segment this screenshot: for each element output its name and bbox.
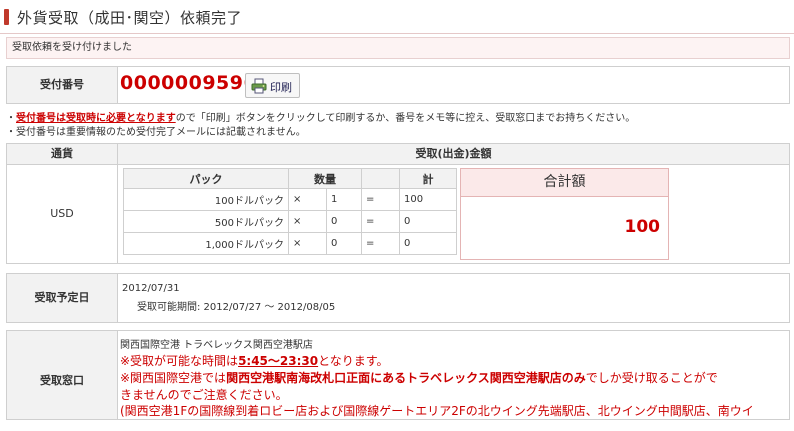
- eq-header: [361, 168, 400, 189]
- pack-name: 500ドルパック: [123, 210, 289, 233]
- printer-icon: [251, 78, 267, 94]
- window-note-pre: ※関西国際空港では: [120, 371, 227, 385]
- pack-total: 0: [399, 210, 457, 233]
- window-note-line3: きませんのでご注意ください。: [120, 388, 288, 402]
- note-bullet: ・: [6, 127, 16, 138]
- receipt-note-1: ・受付番号は受取時に必要となりますので「印刷」ボタンをクリックして印刷するか、番…: [6, 109, 635, 124]
- table-row: 500ドルパック × 0 = 0: [123, 210, 457, 233]
- receipt-number: 0000009596: [120, 72, 258, 94]
- pack-qty: 1: [326, 188, 362, 211]
- times-sign: ×: [288, 232, 327, 255]
- print-button[interactable]: 印刷: [245, 73, 300, 98]
- page-title: 外貨受取（成田･関空）依頼完了: [17, 9, 243, 27]
- schedule-date: 2012/07/31: [122, 283, 180, 294]
- window-hours-time: 5:45〜23:30: [238, 354, 319, 368]
- table-row: 1,000ドルパック × 0 = 0: [123, 232, 457, 255]
- pack-total: 100: [399, 188, 457, 211]
- window-note-line4: (関西空港1Fの国際線到着ロビー店および国際線ゲートエリア2Fの北ウイング先端駅…: [120, 404, 754, 418]
- currency-value: USD: [6, 164, 118, 264]
- title-divider: [0, 33, 794, 34]
- table-row: 100ドルパック × 1 = 100: [123, 188, 457, 211]
- window-note-post: でしか受け取ることがで: [585, 371, 718, 385]
- window-hours-post: となります。: [318, 354, 389, 368]
- pack-table: パック 数量 計 100ドルパック × 1 = 100 500ドルパック × 0…: [123, 168, 457, 255]
- pack-name: 1,000ドルパック: [123, 232, 289, 255]
- pack-header: パック: [123, 168, 289, 189]
- notice-banner: 受取依頼を受け付けました: [6, 37, 790, 59]
- total-label: 合計額: [461, 169, 668, 197]
- qty-header: 数量: [288, 168, 362, 189]
- receipt-note-2-text: 受付番号は重要情報のため受付完了メールには記載されません。: [16, 127, 306, 138]
- pack-total: 0: [399, 232, 457, 255]
- title-bar: 外貨受取（成田･関空）依頼完了: [0, 0, 794, 34]
- pack-qty: 0: [326, 232, 362, 255]
- window-location: 関西国際空港 トラベレックス関西空港駅店: [120, 340, 313, 351]
- window-hours: ※受取が可能な時間は5:45〜23:30となります。: [120, 352, 389, 369]
- total-box: 合計額 100: [460, 168, 669, 260]
- times-sign: ×: [288, 210, 327, 233]
- total-value: 100: [624, 217, 661, 237]
- amount-header: 受取(出金)金額: [117, 143, 790, 165]
- window-label: 受取窓口: [6, 330, 118, 420]
- equals-sign: =: [361, 232, 400, 255]
- pack-name: 100ドルパック: [123, 188, 289, 211]
- window-note-bold: 関西空港駅南海改札口正面にあるトラベレックス関西空港駅店のみ: [226, 371, 586, 385]
- print-button-label: 印刷: [270, 81, 292, 94]
- schedule-period: 受取可能期間: 2012/07/27 〜 2012/08/05: [137, 302, 336, 313]
- pack-qty: 0: [326, 210, 362, 233]
- receipt-note-2: ・受付番号は重要情報のため受付完了メールには記載されません。: [6, 123, 306, 138]
- equals-sign: =: [361, 188, 400, 211]
- window-location-note: ※関西国際空港では関西空港駅南海改札口正面にあるトラベレックス関西空港駅店のみで…: [120, 369, 718, 386]
- schedule-label: 受取予定日: [6, 273, 118, 323]
- times-sign: ×: [288, 188, 327, 211]
- window-hours-pre: ※受取が可能な時間は: [120, 354, 239, 368]
- total-header: 計: [399, 168, 457, 189]
- currency-header: 通貨: [6, 143, 118, 165]
- receipt-label: 受付番号: [6, 66, 118, 104]
- equals-sign: =: [361, 210, 400, 233]
- title-marker: [4, 9, 9, 25]
